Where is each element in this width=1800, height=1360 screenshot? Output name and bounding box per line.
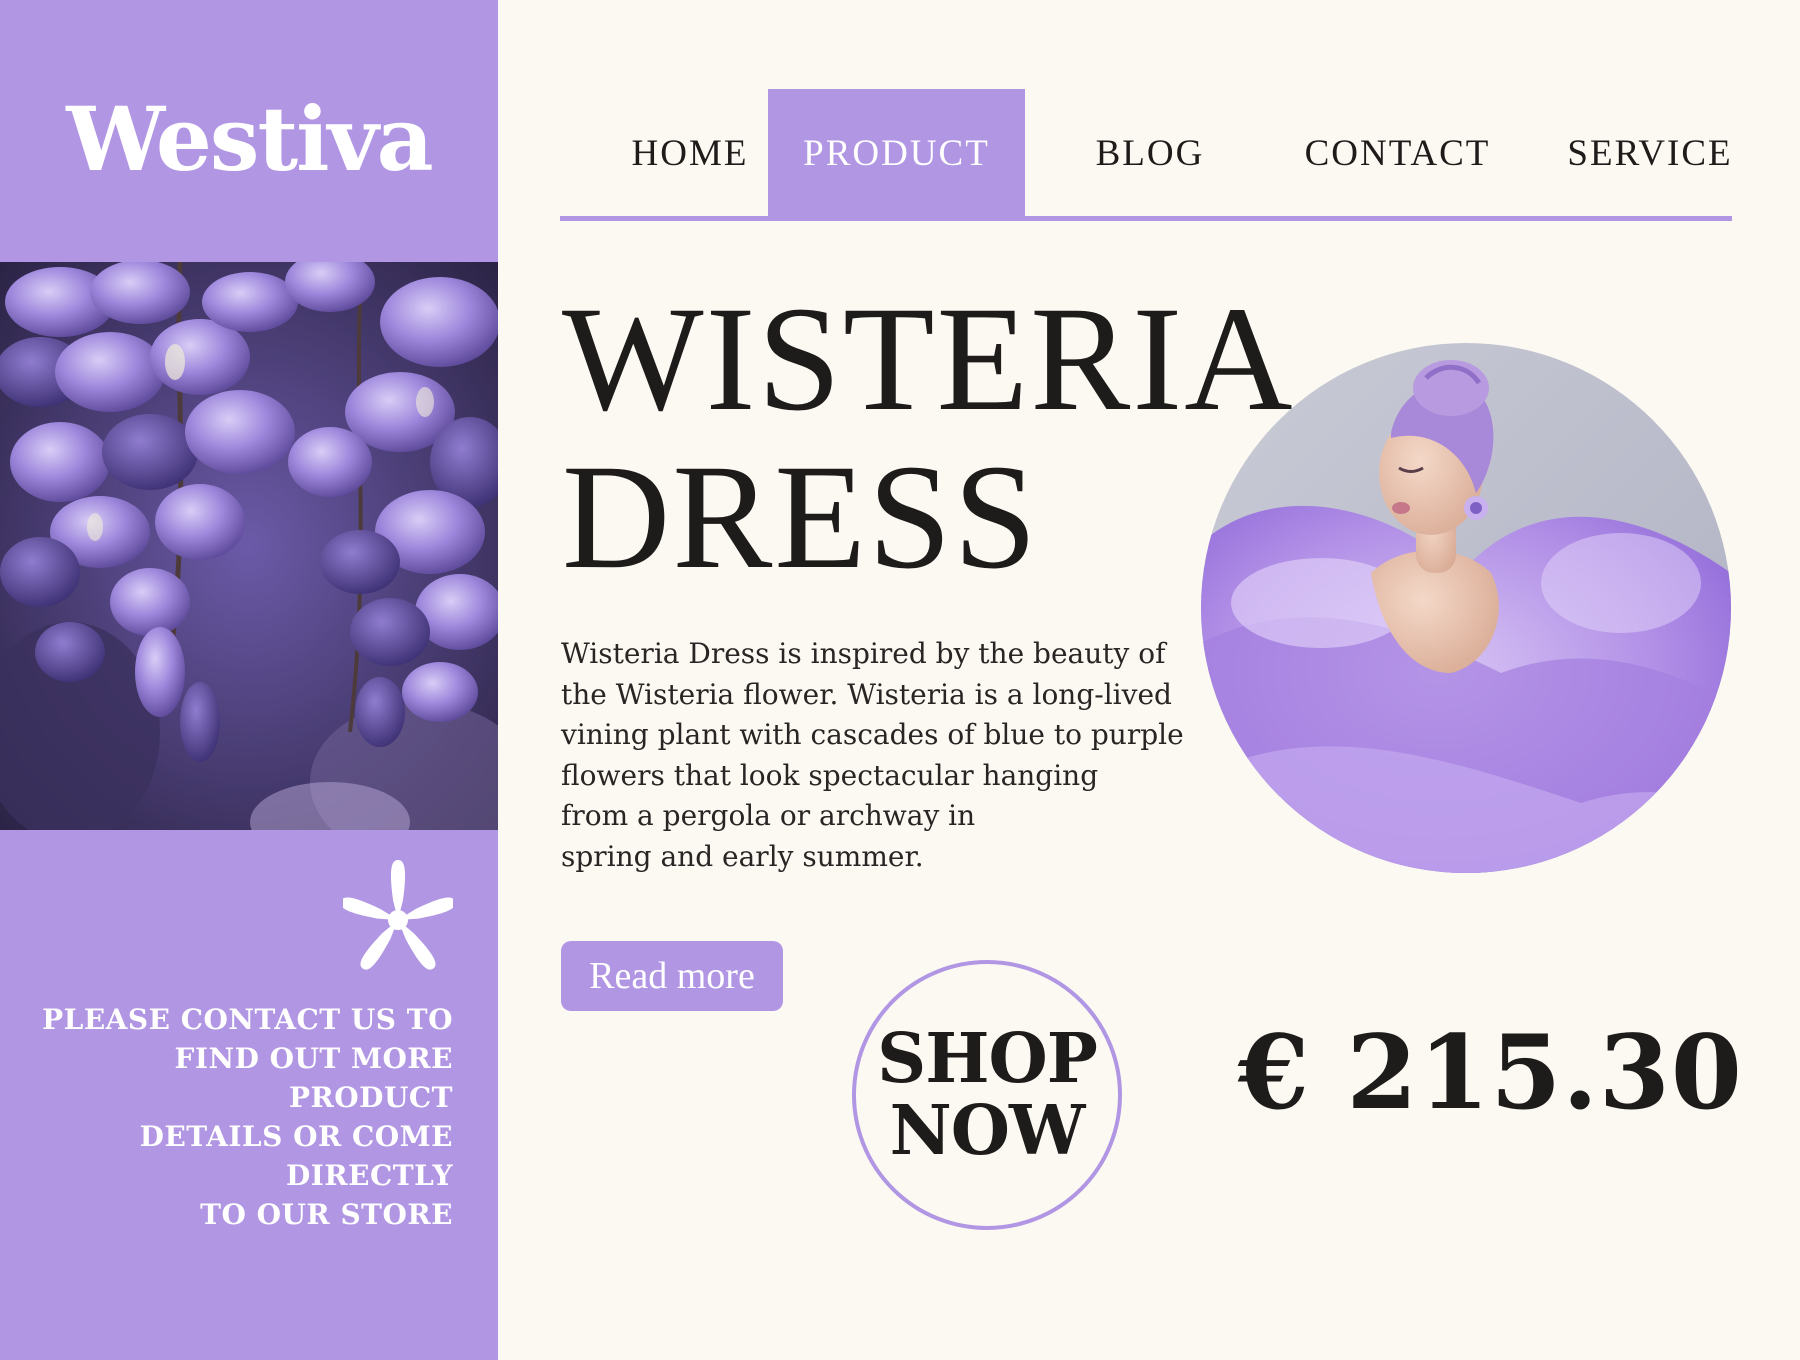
sidebar: Westiva PLEASE CONTACT US TO FIND OUT MO… bbox=[0, 0, 498, 1360]
contact-note-line: PLEASE CONTACT US TO bbox=[42, 1003, 453, 1036]
nav-item-contact[interactable]: CONTACT bbox=[1280, 89, 1515, 218]
product-title: WISTERIA DRESS bbox=[562, 280, 1295, 596]
shop-now-button[interactable]: SHOP NOW bbox=[852, 960, 1122, 1230]
brand-logo[interactable]: Westiva bbox=[0, 95, 498, 183]
nav-item-blog[interactable]: BLOG bbox=[1060, 89, 1240, 218]
nav-divider bbox=[560, 216, 1732, 221]
description-line: spring and early summer. bbox=[561, 839, 924, 873]
shop-now-line: NOW bbox=[889, 1091, 1086, 1171]
contact-note-line: TO OUR STORE bbox=[200, 1198, 453, 1231]
wisteria-flower-photo bbox=[0, 262, 498, 830]
product-title-line: DRESS bbox=[562, 434, 1039, 600]
main-nav: HOME PRODUCT BLOG CONTACT SERVICE bbox=[560, 89, 1732, 218]
product-description: Wisteria Dress is inspired by the beauty… bbox=[561, 634, 1184, 877]
description-line: Wisteria Dress is inspired by the beauty… bbox=[561, 637, 1166, 670]
product-title-line: WISTERIA bbox=[562, 276, 1295, 442]
contact-note-line: FIND OUT MORE PRODUCT bbox=[174, 1042, 453, 1114]
read-more-button[interactable]: Read more bbox=[561, 941, 783, 1011]
nav-item-home[interactable]: HOME bbox=[590, 89, 790, 218]
description-line: the Wisteria flower. Wisteria is a long-… bbox=[561, 677, 1172, 711]
product-price: € 215.30 bbox=[1238, 1013, 1743, 1133]
contact-note-line: DETAILS OR COME DIRECTLY bbox=[139, 1120, 453, 1192]
contact-note: PLEASE CONTACT US TO FIND OUT MORE PRODU… bbox=[33, 1000, 453, 1234]
description-line: flowers that look spectacular hanging bbox=[561, 758, 1099, 792]
asterisk-icon bbox=[343, 860, 453, 970]
description-line: from a pergola or archway in bbox=[561, 799, 976, 832]
shop-now-label: SHOP NOW bbox=[877, 1019, 1098, 1171]
description-line: vining plant with cascades of blue to pu… bbox=[561, 718, 1184, 751]
shop-now-line: SHOP bbox=[877, 1019, 1098, 1099]
model-dress-photo bbox=[1201, 343, 1731, 873]
nav-item-service[interactable]: SERVICE bbox=[1550, 89, 1750, 218]
nav-item-product[interactable]: PRODUCT bbox=[768, 89, 1025, 218]
